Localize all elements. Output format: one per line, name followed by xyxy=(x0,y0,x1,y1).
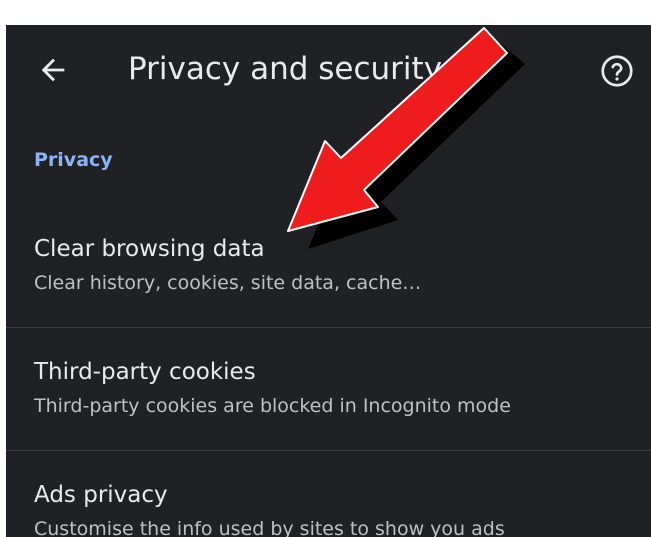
setting-title: Clear browsing data xyxy=(34,236,265,262)
section-header-privacy: Privacy xyxy=(34,149,113,171)
setting-subtitle: Clear history, cookies, site data, cache… xyxy=(34,272,422,294)
setting-subtitle: Customise the info used by sites to show… xyxy=(34,518,505,537)
page-title: Privacy and security xyxy=(128,51,443,87)
setting-subtitle: Third-party cookies are blocked in Incog… xyxy=(34,395,511,417)
setting-third-party-cookies[interactable]: Third-party cookies Third-party cookies … xyxy=(6,328,651,449)
settings-screen: Privacy and security Privacy Clear brows… xyxy=(6,25,651,537)
app-bar: Privacy and security xyxy=(6,25,651,115)
arrow-left-icon[interactable] xyxy=(36,53,70,87)
help-circle-icon[interactable] xyxy=(599,53,635,89)
setting-title: Third-party cookies xyxy=(34,359,256,385)
setting-ads-privacy[interactable]: Ads privacy Customise the info used by s… xyxy=(6,451,651,537)
setting-clear-browsing-data[interactable]: Clear browsing data Clear history, cooki… xyxy=(6,211,651,326)
setting-title: Ads privacy xyxy=(34,482,168,508)
